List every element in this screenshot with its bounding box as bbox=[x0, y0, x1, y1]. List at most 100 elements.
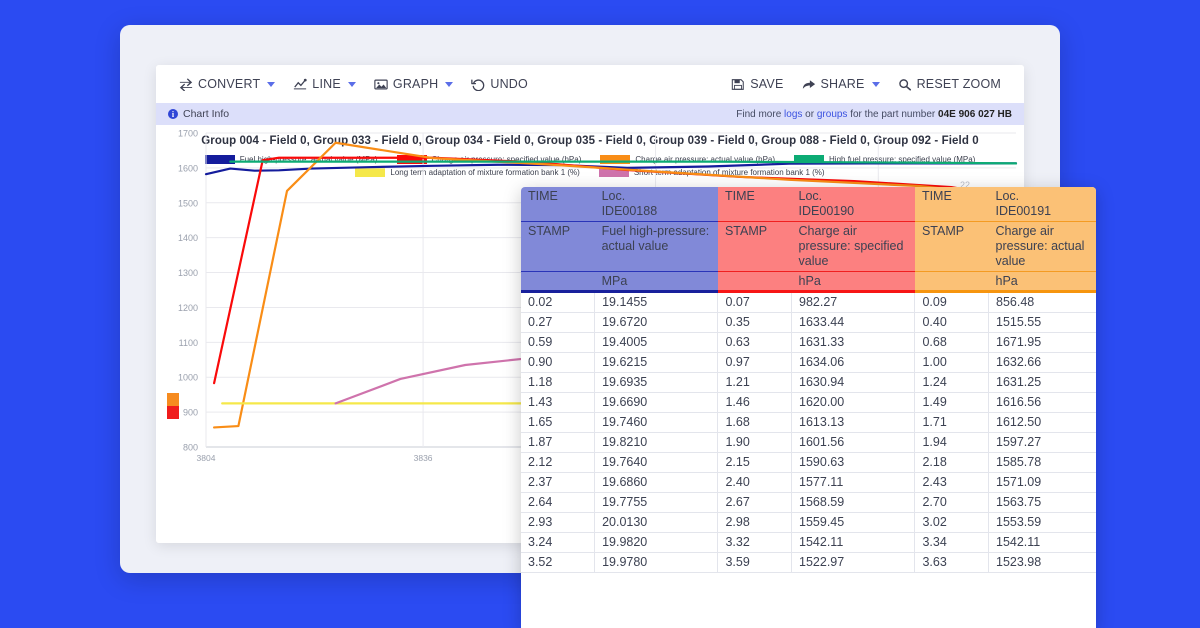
chart-info-left[interactable]: i Chart Info bbox=[168, 108, 229, 120]
groups-link[interactable]: groups bbox=[817, 109, 848, 120]
table-cell: 1632.66 bbox=[988, 352, 1096, 373]
table-cell: 19.6860 bbox=[594, 472, 719, 493]
table-row[interactable]: 1.8719.82101.901601.561.941597.271.99 bbox=[521, 432, 1096, 453]
table-cell: 0.02 bbox=[521, 291, 596, 313]
header-unit-0: MPa bbox=[594, 271, 718, 293]
share-button[interactable]: SHARE bbox=[793, 73, 889, 95]
table-cell: 1612.50 bbox=[988, 412, 1096, 433]
table-cell: 2.67 bbox=[717, 492, 793, 513]
line-button[interactable]: LINE bbox=[284, 73, 365, 95]
table-cell: 2.15 bbox=[717, 452, 793, 473]
table-cell: 1563.75 bbox=[988, 492, 1096, 513]
table-cell: 1577.11 bbox=[791, 472, 916, 493]
table-cell: 0.90 bbox=[521, 352, 596, 373]
table-row[interactable]: 2.9320.01302.981559.453.021553.593.10 bbox=[521, 512, 1096, 533]
table-row[interactable]: 2.3719.68602.401577.112.431571.092.46 bbox=[521, 472, 1096, 493]
table-row[interactable]: 2.1219.76402.151590.632.181585.782.21 bbox=[521, 452, 1096, 473]
header-stamp-1: STAMP bbox=[717, 221, 792, 272]
table-cell: 1571.09 bbox=[988, 472, 1096, 493]
table-row[interactable]: 0.5919.40050.631631.330.681671.950.73 bbox=[521, 332, 1096, 353]
convert-button[interactable]: CONVERT bbox=[170, 73, 284, 95]
convert-label: CONVERT bbox=[198, 77, 261, 91]
header-loc-0: Loc. IDE00188 bbox=[594, 187, 718, 222]
share-label: SHARE bbox=[820, 77, 865, 91]
table-cell: 0.27 bbox=[521, 312, 596, 333]
table-cell: 1.43 bbox=[521, 392, 596, 413]
save-icon bbox=[731, 78, 745, 91]
table-row[interactable]: 0.9019.62150.971634.061.001632.661.03 bbox=[521, 352, 1096, 373]
table-cell: 0.07 bbox=[717, 291, 793, 313]
table-cell: 1.94 bbox=[914, 432, 989, 453]
toolbar-left-group: CONVERT LINE GRAPH UNDO bbox=[170, 73, 537, 95]
y-axis-tick: 1000 bbox=[178, 373, 198, 383]
find-more-text: Find more logs or groups for the part nu… bbox=[736, 109, 1012, 120]
table-cell: 1.00 bbox=[914, 352, 989, 373]
table-row[interactable]: 1.6519.74601.681613.131.711612.501.74 bbox=[521, 412, 1096, 433]
table-cell: 19.6720 bbox=[594, 312, 719, 333]
graph-label: GRAPH bbox=[392, 77, 439, 91]
table-row[interactable]: 3.5219.97803.591522.973.631523.983.68 bbox=[521, 552, 1096, 573]
data-table-head: TIME Loc. IDE00188 TIME Loc. IDE00190 TIME… bbox=[521, 187, 1096, 293]
data-table-scroll[interactable]: TIME Loc. IDE00188 TIME Loc. IDE00190 TIME… bbox=[521, 187, 1096, 628]
table-row[interactable]: 0.0219.14550.07982.270.09856.480.13 bbox=[521, 291, 1096, 313]
table-cell: 19.6690 bbox=[594, 392, 719, 413]
table-cell: 2.70 bbox=[914, 492, 989, 513]
table-cell: 2.43 bbox=[914, 472, 989, 493]
table-cell: 1.71 bbox=[914, 412, 989, 433]
toolbar-right-group: SAVE SHARE RESET ZOOM bbox=[722, 73, 1010, 95]
table-row[interactable]: 0.2719.67200.351633.440.401515.550.45 bbox=[521, 312, 1096, 333]
undo-button[interactable]: UNDO bbox=[462, 73, 537, 95]
table-row[interactable]: 1.4319.66901.461620.001.491616.561.52 bbox=[521, 392, 1096, 413]
table-cell: 0.09 bbox=[914, 291, 989, 313]
table-cell: 1.24 bbox=[914, 372, 989, 393]
header-desc-1: Charge air pressure: specified value bbox=[791, 221, 915, 272]
table-cell: 3.63 bbox=[914, 552, 989, 573]
table-cell: 3.32 bbox=[717, 532, 793, 553]
table-row[interactable]: 1.1819.69351.211630.941.241631.251.27 bbox=[521, 372, 1096, 393]
table-cell: 1.21 bbox=[717, 372, 793, 393]
undo-icon bbox=[471, 78, 485, 91]
part-number: 04E 906 027 HB bbox=[938, 108, 1012, 120]
table-cell: 1.46 bbox=[717, 392, 793, 413]
header-stamp-0: STAMP bbox=[521, 221, 595, 272]
reset-zoom-label: RESET ZOOM bbox=[916, 77, 1001, 91]
range-handle-lower bbox=[167, 406, 179, 419]
data-table-panel[interactable]: TIME Loc. IDE00188 TIME Loc. IDE00190 TIME… bbox=[521, 187, 1096, 628]
graph-button[interactable]: GRAPH bbox=[365, 73, 462, 95]
x-axis-tick: 3836 bbox=[414, 453, 433, 463]
table-cell: 2.18 bbox=[914, 452, 989, 473]
table-cell: 1601.56 bbox=[791, 432, 916, 453]
table-cell: 1634.06 bbox=[791, 352, 916, 373]
table-cell: 2.98 bbox=[717, 512, 793, 533]
info-icon: i bbox=[168, 109, 178, 119]
table-cell: 19.8210 bbox=[594, 432, 719, 453]
chevron-down-icon bbox=[347, 81, 356, 87]
save-button[interactable]: SAVE bbox=[722, 73, 792, 95]
header-time-1: TIME bbox=[717, 187, 792, 222]
table-cell: 1542.11 bbox=[988, 532, 1096, 553]
table-cell: 1.49 bbox=[914, 392, 989, 413]
table-row[interactable]: 3.2419.98203.321542.113.341542.113.38 bbox=[521, 532, 1096, 553]
table-cell: 982.27 bbox=[791, 291, 916, 313]
table-cell: 3.24 bbox=[521, 532, 596, 553]
header-unit-blank-2 bbox=[914, 271, 989, 293]
chart-info-bar: i Chart Info Find more logs or groups fo… bbox=[156, 103, 1024, 125]
logs-link[interactable]: logs bbox=[784, 109, 802, 120]
y-axis-tick: 1200 bbox=[178, 303, 198, 313]
header-loc-2: Loc. IDE00191 bbox=[988, 187, 1096, 222]
reset-zoom-button[interactable]: RESET ZOOM bbox=[889, 73, 1010, 95]
range-slider-handle[interactable] bbox=[167, 393, 179, 419]
table-row[interactable]: 2.6419.77552.671568.592.701563.752.74 bbox=[521, 492, 1096, 513]
table-cell: 19.9820 bbox=[594, 532, 719, 553]
header-stamp-2: STAMP bbox=[914, 221, 989, 272]
table-cell: 1631.33 bbox=[791, 332, 916, 353]
table-cell: 3.02 bbox=[914, 512, 989, 533]
table-cell: 19.6215 bbox=[594, 352, 719, 373]
table-cell: 1.65 bbox=[521, 412, 596, 433]
table-cell: 3.52 bbox=[521, 552, 596, 573]
header-row-unit: MPa hPa hPa bbox=[521, 271, 1096, 293]
table-cell: 0.68 bbox=[914, 332, 989, 353]
table-cell: 19.9780 bbox=[594, 552, 719, 573]
header-unit-blank-1 bbox=[717, 271, 792, 293]
toolbar: CONVERT LINE GRAPH UNDO SAVE SHARE RESET… bbox=[156, 65, 1024, 103]
